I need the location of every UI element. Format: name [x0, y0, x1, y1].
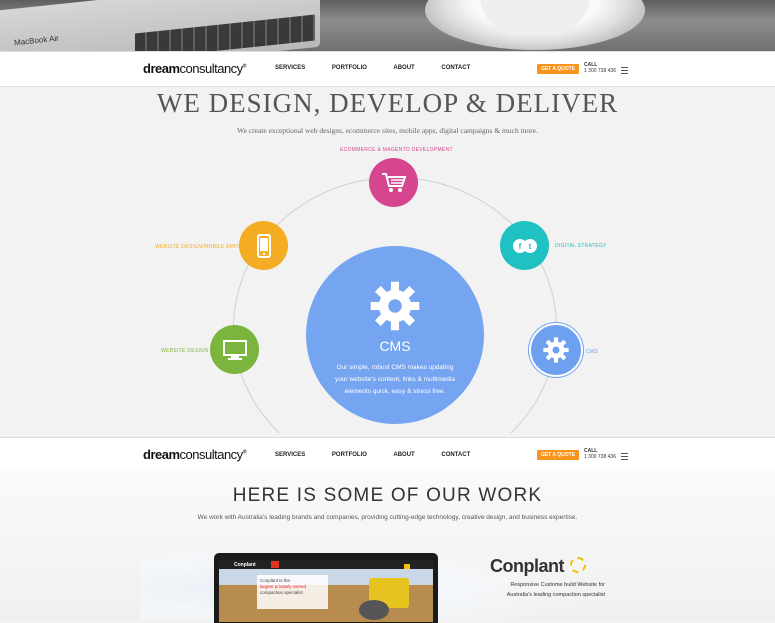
- get-a-quote-button[interactable]: GET A QUOTE: [537, 64, 579, 74]
- screen-promo-box: Conplant is the largest privately owned …: [257, 575, 328, 609]
- gear-icon: [370, 281, 420, 331]
- digital-strategy-label[interactable]: DIGITAL STRATEGY: [555, 243, 607, 249]
- nav-about[interactable]: ABOUT: [393, 452, 414, 458]
- cms-button[interactable]: [531, 325, 581, 375]
- featured-cms-text: Our simple, robust CMS makes updating yo…: [334, 364, 456, 395]
- social-media-icon: f t: [512, 238, 537, 253]
- monitor-icon: [222, 339, 247, 360]
- hero-subline: We create exceptional web designs, ecomm…: [237, 126, 538, 135]
- website-design-label[interactable]: WEBSITE DESIGN: [161, 348, 208, 354]
- nav-links: SERVICES PORTFOLIO ABOUT CONTACT: [275, 452, 495, 458]
- hero-headline: WE DESIGN, DEVELOP & DELIVER: [156, 88, 619, 118]
- portfolio-screenshot[interactable]: Conplant Conplant is the largest private…: [219, 560, 433, 622]
- get-a-quote-button[interactable]: GET A QUOTE: [537, 450, 579, 460]
- cms-label[interactable]: CMS: [586, 349, 598, 355]
- screen-logo: Conplant: [234, 562, 256, 568]
- sticky-navbar: dreamconsultancy® SERVICES PORTFOLIO ABO…: [0, 437, 775, 473]
- nav-contact[interactable]: CONTACT: [441, 65, 470, 71]
- work-headline: HERE IS SOME OF OUR WORK: [232, 485, 543, 506]
- cart-icon: [381, 172, 406, 192]
- ecommerce-button[interactable]: [369, 158, 418, 207]
- nav-portfolio[interactable]: PORTFOLIO: [332, 452, 367, 458]
- nav-portfolio[interactable]: PORTFOLIO: [332, 65, 367, 71]
- screen-yellow-badge: [404, 564, 410, 569]
- nav-links: SERVICES PORTFOLIO ABOUT CONTACT: [275, 65, 495, 71]
- client-brand: Conplant: [490, 556, 565, 576]
- mobile-apps-button[interactable]: [239, 221, 288, 270]
- ecommerce-label[interactable]: ECOMMERCE & MAGENTO DEVELOPMENT: [340, 147, 453, 153]
- logo[interactable]: dreamconsultancy®: [143, 447, 246, 462]
- screen-red-tab: [271, 561, 279, 568]
- nav-services[interactable]: SERVICES: [275, 452, 305, 458]
- website-design-button[interactable]: [210, 325, 259, 374]
- roller-drum-image: [359, 600, 389, 620]
- featured-cms-panel: CMS Our simple, robust CMS makes updatin…: [306, 246, 484, 424]
- mobile-apps-label[interactable]: WEBSITE DESIGN/MOBILE APPS: [155, 244, 241, 250]
- featured-cms-title: CMS: [379, 338, 411, 354]
- client-description: Responsive Custome build Website for Aus…: [506, 582, 605, 598]
- mobile-phone-icon: [256, 233, 271, 258]
- call-info[interactable]: CALL 1 300 738 436: [584, 62, 616, 74]
- menu-icon[interactable]: [621, 67, 628, 74]
- logo[interactable]: dreamconsultancy®: [143, 61, 246, 76]
- menu-icon[interactable]: [621, 453, 628, 460]
- nav-services[interactable]: SERVICES: [275, 65, 305, 71]
- hero-photo: MacBook Air: [0, 0, 775, 52]
- svg-text:t: t: [528, 242, 531, 251]
- call-info[interactable]: CALL 1 300 738 436: [584, 448, 616, 460]
- main-navbar: dreamconsultancy® SERVICES PORTFOLIO ABO…: [0, 51, 775, 87]
- brand-logo-mark: [570, 557, 586, 573]
- svg-text:f: f: [518, 242, 521, 251]
- digital-strategy-button[interactable]: f t: [500, 221, 549, 270]
- nav-about[interactable]: ABOUT: [393, 65, 414, 71]
- gear-icon: [543, 337, 569, 363]
- nav-contact[interactable]: CONTACT: [441, 452, 470, 458]
- work-subline: We work with Australia's leading brands …: [197, 514, 578, 521]
